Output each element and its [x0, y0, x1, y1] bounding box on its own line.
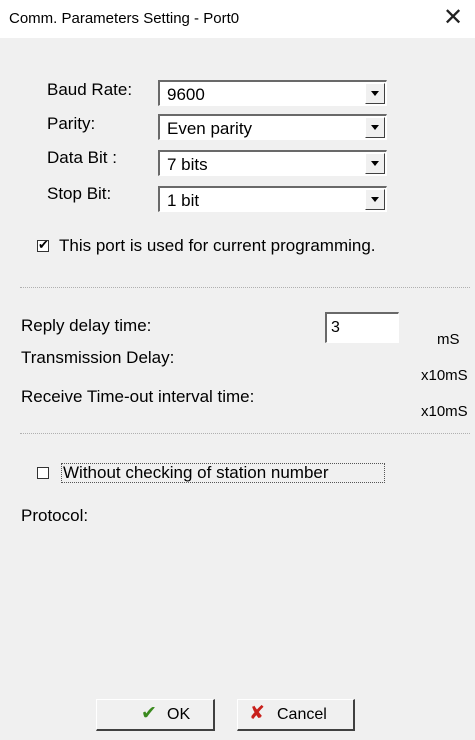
- baud-rate-select[interactable]: 9600: [158, 80, 387, 106]
- stop-bit-select[interactable]: 1 bit: [158, 186, 387, 212]
- parity-label: Parity:: [47, 114, 96, 133]
- divider: [20, 433, 470, 434]
- stop-bit-label: Stop Bit:: [47, 184, 112, 203]
- programming-port-checkbox[interactable]: ✔: [37, 237, 49, 252]
- ok-button[interactable]: ✔ OK: [96, 699, 215, 731]
- data-bit-value: 7 bits: [167, 155, 208, 174]
- chevron-down-icon[interactable]: [365, 153, 385, 174]
- close-button[interactable]: ✕: [429, 0, 475, 38]
- transmission-delay-label: Transmission Delay:: [21, 348, 175, 367]
- reply-delay-unit: mS: [437, 331, 460, 348]
- stop-bit-value: 1 bit: [167, 191, 200, 210]
- checkmark-icon: ✔: [38, 237, 49, 252]
- baud-rate-label: Baud Rate:: [47, 80, 133, 99]
- station-check-checkbox[interactable]: [37, 467, 49, 479]
- programming-port-label[interactable]: This port is used for current programmin…: [59, 236, 376, 256]
- reply-delay-input[interactable]: [325, 312, 399, 343]
- receive-timeout-unit: x10mS: [421, 403, 468, 420]
- transmission-delay-unit: x10mS: [421, 367, 468, 384]
- title-bar: Comm. Parameters Setting - Port0 ✕: [0, 0, 475, 38]
- data-bit-select[interactable]: 7 bits: [158, 150, 387, 176]
- baud-rate-value: 9600: [167, 85, 205, 104]
- parity-value: Even parity: [167, 119, 253, 138]
- close-icon: ✕: [443, 4, 464, 31]
- cancel-button-label: Cancel: [277, 706, 327, 723]
- window-title: Comm. Parameters Setting - Port0: [9, 10, 240, 27]
- data-bit-label: Data Bit :: [47, 148, 117, 167]
- chevron-down-icon[interactable]: [365, 189, 385, 210]
- divider: [20, 287, 470, 288]
- chevron-down-icon[interactable]: [365, 117, 385, 138]
- reply-delay-label: Reply delay time:: [21, 316, 152, 335]
- cancel-button[interactable]: ✘ Cancel: [237, 699, 355, 731]
- checkmark-icon: ✔: [141, 703, 157, 724]
- chevron-down-icon[interactable]: [365, 83, 385, 104]
- cross-icon: ✘: [249, 703, 265, 724]
- station-check-label[interactable]: Without checking of station number: [63, 463, 329, 483]
- receive-timeout-label: Receive Time-out interval time:: [21, 387, 255, 406]
- parity-select[interactable]: Even parity: [158, 114, 387, 140]
- protocol-label: Protocol:: [21, 506, 89, 525]
- ok-button-label: OK: [167, 706, 191, 723]
